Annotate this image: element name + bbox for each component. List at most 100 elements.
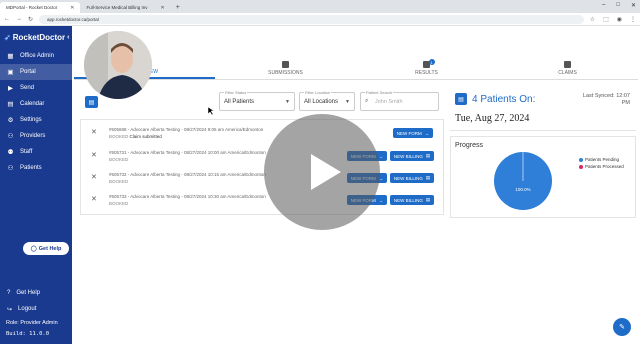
search-placeholder: John Smith [375,99,403,105]
tab-submissions[interactable]: SUBMISSIONS [215,58,356,79]
appointment-info: #505731 - Advocare Alberta Testing - 08/… [109,150,266,155]
patient-search-input[interactable]: Patient Search ⌕ John Smith [360,90,439,111]
status-note: Claim submitted [129,134,162,139]
new-billing-button[interactable]: NEW BILLING ▤ [390,173,434,183]
new-form-button[interactable]: NEW FORM→ [393,128,433,138]
collapse-sidebar-icon[interactable]: ‹ [67,34,69,41]
sidebar-item-providers[interactable]: ⚇ Providers [0,128,72,144]
remove-icon[interactable]: ✕ [91,128,97,136]
appointment-info: #505733 - Advocare Alberta Testing - 08/… [109,194,266,199]
claims-icon [564,61,571,68]
sidebar-item-settings[interactable]: ⚙ Settings [0,112,72,128]
button-label: NEW BILLING [393,153,423,159]
appointment-status: BOOKED Claim submitted [109,134,162,139]
browser-tab-portal[interactable]: MDPortal - Rocket Doctor ✕ [0,2,81,13]
legend-item-pending: Patients Pending [579,157,624,162]
tab-label: RESULTS [415,70,438,76]
extensions-icon[interactable]: ⬚ [603,16,609,23]
sidebar-item-send[interactable]: ▶ Send [0,80,72,96]
sidebar-item-calendar[interactable]: ▤ Calendar [0,96,72,112]
presenter-avatar [84,31,152,99]
building-icon: ▦ [7,52,14,60]
calendar-button[interactable]: ▤ [85,96,98,108]
filter-label: Filter Location [304,90,332,95]
search-icon: ⌕ [365,98,369,104]
legend-label: Patients Pending [585,157,620,162]
sidebar-item-label: Calendar [20,101,45,107]
remove-icon[interactable]: ✕ [91,151,97,159]
list-item: ✕ #505688 - Advocare Alberta Testing - 0… [81,122,445,144]
button-label: NEW BILLING [393,197,423,203]
get-help-button[interactable]: ◯ Get Help [23,242,69,255]
status-text: BOOKED [109,134,129,139]
bookmark-icon[interactable]: ☆ [590,16,595,23]
menu-icon[interactable]: ⋮ [630,16,636,23]
tab-label: SUBMISSIONS [268,70,303,76]
button-label: NEW FORM [396,130,422,136]
progress-title: Progress [455,142,484,149]
filter-status-select[interactable]: Filter Status All Patients ▼ [219,90,295,111]
address-bar: ← → ↻ app.rocketdoctor.ca/portal ☆ ⬚ ◉ ⋮ [0,13,640,26]
patients-count-title: 4 Patients On: [472,93,536,105]
last-synced-text: Last Synced: 12:07 PM [582,93,630,106]
new-tab-icon[interactable]: + [171,2,185,13]
legend-dot [579,164,583,169]
mouse-cursor [208,107,214,115]
list-item: ✕ #505731 - Advocare Alberta Testing - 0… [81,145,445,167]
tab-title: MDPortal - Rocket Doctor [6,5,58,10]
maximize-icon[interactable]: □ [616,2,620,9]
close-window-icon[interactable]: ✕ [631,2,636,9]
video-play-button[interactable] [264,114,380,230]
selected-date: Tue, Aug 27, 2024 [455,113,530,124]
arrow-right-icon: → [424,130,430,136]
appointment-status: BOOKED [109,201,128,206]
chat-icon: ✎ [619,324,625,331]
sidebar-item-office-admin[interactable]: ▦ Office Admin [0,48,72,64]
new-billing-button[interactable]: NEW BILLING ▤ [390,195,434,205]
url-input[interactable]: app.rocketdoctor.ca/portal [39,14,584,24]
play-icon [311,154,341,190]
appointment-info: #505688 - Advocare Alberta Testing - 08/… [109,127,264,132]
sidebar-item-label: Portal [20,69,36,75]
status-text: BOOKED [109,201,129,206]
reload-icon[interactable]: ↻ [28,16,33,23]
main-tabs: OVERVIEW SUBMISSIONS 1 RESULTS CLAIMS [74,58,638,80]
calendar-icon: ▤ [7,100,14,108]
send-icon: ▶ [8,84,13,92]
sidebar-item-staff[interactable]: ⚉ Staff [0,144,72,160]
patients-header: ▤ 4 Patients On: [455,93,535,105]
portal-icon: ▣ [7,68,14,76]
filter-label: Filter Status [224,90,248,95]
address-bar-icons: ☆ ⬚ ◉ ⋮ [590,16,636,23]
button-label: NEW BILLING [393,175,423,181]
sidebar-item-portal[interactable]: ▣ Portal [0,64,72,80]
new-billing-button[interactable]: NEW BILLING ▤ [390,151,434,161]
forward-icon[interactable]: → [16,16,22,22]
close-tab-icon[interactable]: ✕ [161,5,165,11]
close-tab-icon[interactable]: ✕ [70,5,74,11]
filter-location-select[interactable]: Filter Location All Locations ▼ [299,90,355,111]
get-help-label: Get Help [38,245,62,252]
sidebar-item-label: Patients [20,165,42,171]
filter-value: All Patients [224,99,255,105]
sidebar-item-label: Providers [20,133,46,139]
remove-icon[interactable]: ✕ [91,195,97,203]
calendar-icon: ▤ [425,175,431,180]
sidebar-item-patients[interactable]: ⚇ Patients [0,160,72,176]
browser-tab-billing[interactable]: Full-Service Medical Billing Inv ✕ [80,2,170,13]
progress-card: Progress 100.0% Patients Pending Patient… [450,136,636,218]
minimize-icon[interactable]: – [602,2,605,9]
chat-support-button[interactable]: ✎ [613,318,631,336]
calendar-icon: ▤ [455,93,467,105]
back-icon[interactable]: ← [4,16,10,22]
chevron-down-icon: ▼ [345,99,350,105]
legend-dot [579,157,583,162]
footer-item-get-help[interactable]: ? Get Help [0,286,72,300]
appointment-status: BOOKED [109,179,128,184]
build-text: Build: 11.0.0 [6,331,50,337]
remove-icon[interactable]: ✕ [91,173,97,181]
footer-item-logout[interactable]: ↪ Logout [0,302,72,316]
tab-results[interactable]: 1 RESULTS [356,58,497,79]
tab-claims[interactable]: CLAIMS [497,58,638,79]
profile-icon[interactable]: ◉ [617,16,622,23]
